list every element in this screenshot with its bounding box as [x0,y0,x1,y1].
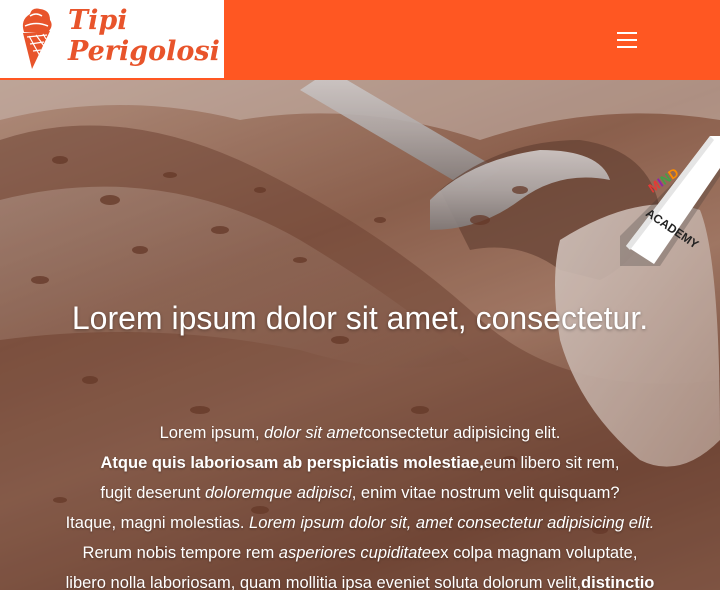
brand-name: Tipi Perigolosi [68,5,220,67]
hero-paragraph-line: Atque quis laboriosam ab perspiciatis mo… [20,448,700,478]
hero-text-segment: Atque quis laboriosam ab perspiciatis mo… [100,454,484,472]
hero-paragraph-line: libero nolla laboriosam, quam mollitia i… [20,568,700,590]
hero-title: Lorem ipsum dolor sit amet, consectetur. [71,300,649,336]
hero-text-segment: eum libero sit rem, [483,454,620,472]
hero-text-segment: libero nolla laboriosam, quam mollitia i… [65,574,582,590]
hero-text-segment: Itaque, magni molestias. [65,514,250,532]
hero-text-segment: consectetur adipisicing elit. [363,424,561,442]
ice-cream-cone-icon [22,8,52,69]
hero-text-segment: distinctio [581,574,655,590]
hero-text-segment: Lorem ipsum dolor sit, amet consectetur … [249,514,655,532]
hero-text-segment: , enim vitae nostrum velit quisquam? [351,484,620,502]
hero-paragraph-line: fugit deserunt doloremque adipisci, enim… [20,478,700,508]
hero-text-segment: fugit deserunt [100,484,205,502]
logo[interactable]: Tipi Perigolosi [0,0,224,78]
hero-text-segment: dolor sit amet [264,424,364,442]
brand-line-2: Perigolosi [68,36,220,67]
hero-paragraph-line: Rerum nobis tempore rem asperiores cupid… [20,538,700,568]
hero-text-segment: Lorem ipsum, [159,424,265,442]
hamburger-menu-icon[interactable] [612,28,642,52]
mind-academy-ribbon[interactable]: MIND ACADEMY [620,136,720,266]
hero-paragraph-line: Lorem ipsum, dolor sit ametconsectetur a… [20,418,700,448]
hero-text-segment: ex colpa magnam voluptate, [431,544,638,562]
hero-section: MIND ACADEMY Lorem ipsum dolor sit amet,… [0,80,720,590]
hero-paragraph: Lorem ipsum, dolor sit ametconsectetur a… [20,418,700,590]
hero-text-segment: asperiores cupiditate [278,544,432,562]
hero-text-segment: doloremque adipisci [205,484,352,502]
site-header: Tipi Perigolosi [0,0,720,80]
hero-paragraph-line: Itaque, magni molestias. Lorem ipsum dol… [20,508,700,538]
hero-text-segment: Rerum nobis tempore rem [82,544,279,562]
brand-line-1: Tipi [68,5,128,36]
